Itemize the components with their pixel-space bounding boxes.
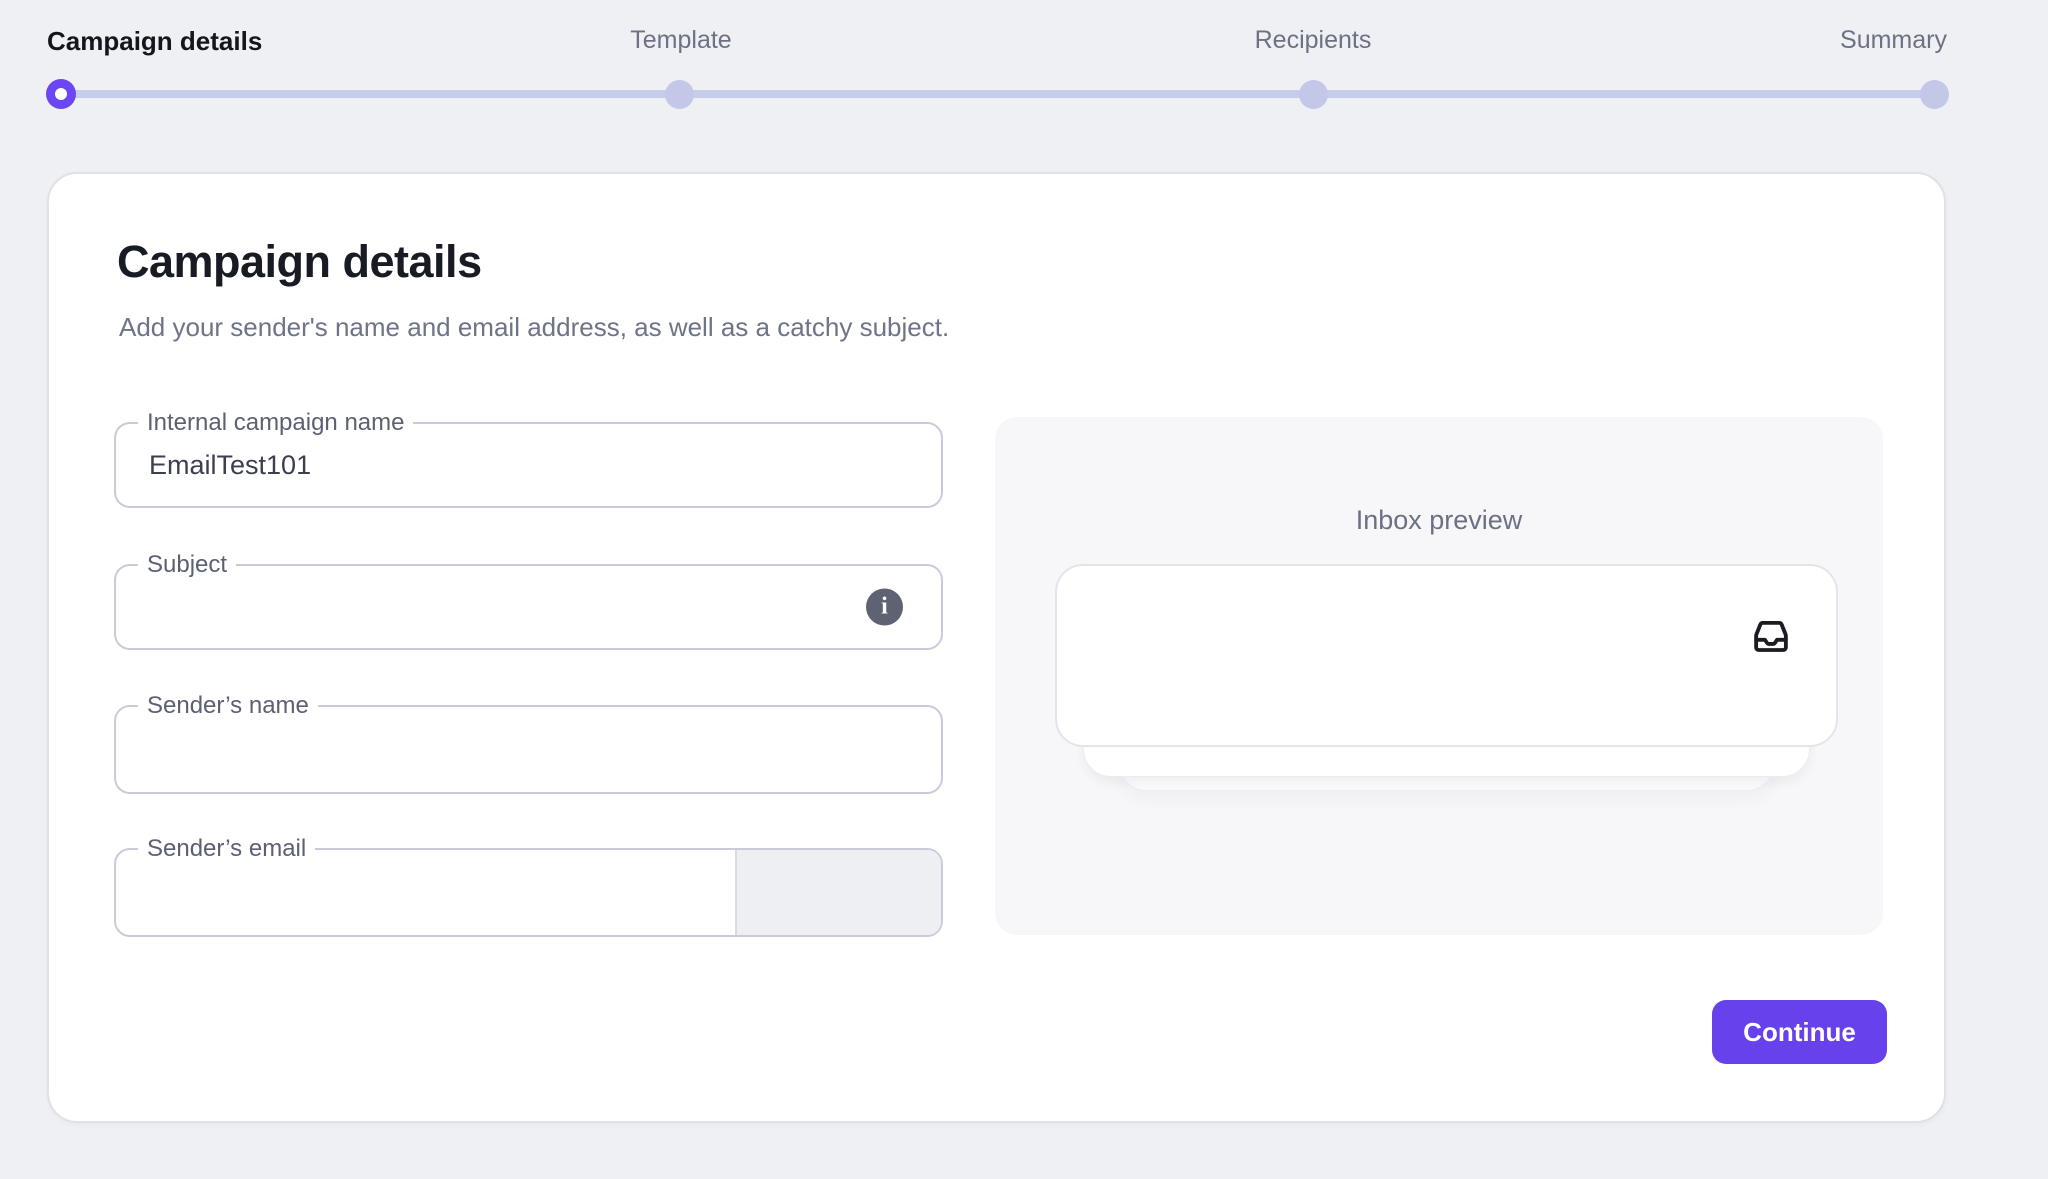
sender-name-input[interactable] [116,707,941,792]
subject-input[interactable] [116,566,941,648]
inbox-preview-title: Inbox preview [995,505,1883,536]
wizard-stepper: Campaign details Template Recipients Sum… [0,0,2048,140]
info-icon[interactable]: i [866,589,903,626]
step-campaign-details[interactable]: Campaign details [47,26,262,57]
preview-message-card [1055,564,1838,747]
sender-email-input[interactable] [116,850,731,935]
sender-name-field: Sender’s name [114,705,943,794]
inbox-icon [1750,615,1792,657]
step-template[interactable]: Template [630,26,731,55]
sender-email-domain-box[interactable] [735,850,941,935]
page-title: Campaign details [117,236,482,288]
step-summary[interactable]: Summary [1840,26,1947,55]
internal-campaign-name-field: Internal campaign name [114,422,943,508]
page-subtitle: Add your sender's name and email address… [119,312,949,343]
stepper-progress-line [61,90,1945,98]
campaign-details-card: Campaign details Add your sender's name … [47,172,1946,1123]
subject-field: Subject i [114,564,943,650]
step-dot-active-icon[interactable] [46,79,76,109]
step-recipients[interactable]: Recipients [1255,26,1372,55]
step-dot-recipients-icon[interactable] [1299,80,1328,109]
sender-email-field: Sender’s email [114,848,943,937]
continue-button[interactable]: Continue [1712,1000,1887,1064]
step-dot-template-icon[interactable] [665,80,694,109]
step-dot-summary-icon[interactable] [1920,80,1949,109]
inbox-preview-panel: Inbox preview [995,417,1883,935]
internal-campaign-name-input[interactable] [116,424,941,506]
